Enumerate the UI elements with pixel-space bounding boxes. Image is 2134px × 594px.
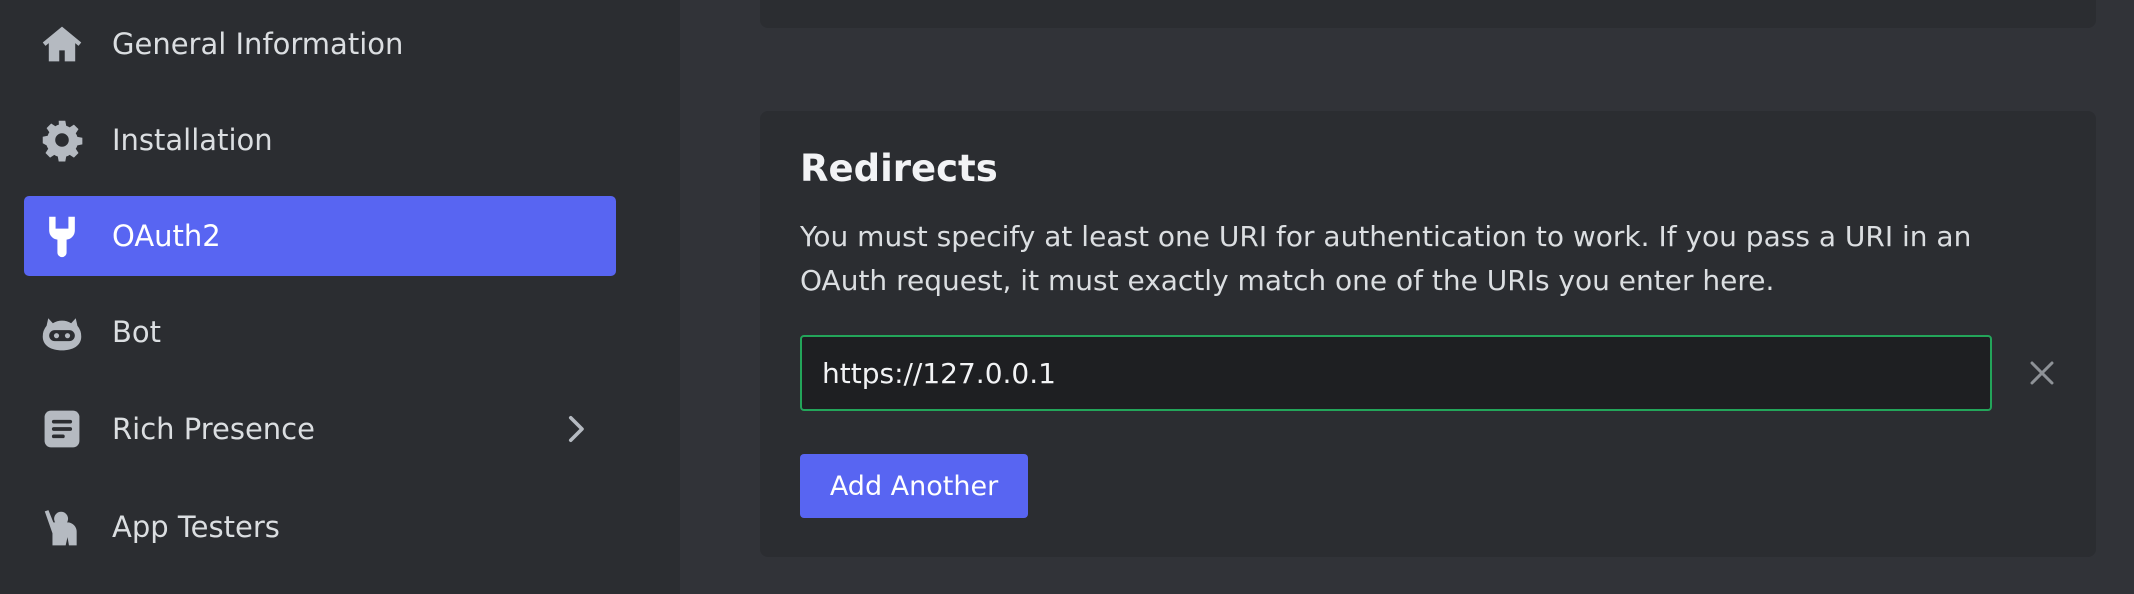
chevron-right-icon	[558, 411, 594, 447]
document-icon	[40, 407, 84, 451]
bot-icon	[40, 310, 84, 354]
app-root: General Information Installation OAuth2 …	[0, 0, 2134, 594]
section-title: Redirects	[800, 147, 998, 190]
sidebar-item-general-information[interactable]: General Information	[24, 4, 616, 84]
sidebar-item-oauth2[interactable]: OAuth2	[24, 196, 616, 276]
redirects-card: Redirects You must specify at least one …	[760, 111, 2096, 557]
sidebar: General Information Installation OAuth2 …	[0, 0, 680, 594]
sidebar-item-label: App Testers	[112, 510, 280, 544]
section-description: You must specify at least one URI for au…	[800, 220, 1972, 297]
gear-icon	[40, 118, 84, 162]
sidebar-item-bot[interactable]: Bot	[24, 292, 616, 372]
sidebar-item-label: Installation	[112, 123, 273, 157]
sidebar-item-label: Rich Presence	[112, 412, 315, 446]
sidebar-item-installation[interactable]: Installation	[24, 100, 616, 180]
close-icon	[2030, 361, 2054, 385]
tester-icon	[40, 505, 84, 549]
redirect-uri-input[interactable]	[800, 335, 1992, 411]
sidebar-item-label: OAuth2	[112, 219, 221, 253]
wrench-icon	[40, 214, 84, 258]
home-icon	[40, 22, 84, 66]
sidebar-item-label: General Information	[112, 27, 404, 61]
sidebar-item-rich-presence[interactable]: Rich Presence	[24, 389, 616, 469]
remove-uri-button[interactable]	[2016, 347, 2068, 399]
add-another-button[interactable]: Add Another	[800, 454, 1028, 518]
previous-section-card	[760, 0, 2096, 28]
sidebar-item-label: Bot	[112, 315, 162, 349]
sidebar-item-app-testers[interactable]: App Testers	[24, 487, 616, 567]
